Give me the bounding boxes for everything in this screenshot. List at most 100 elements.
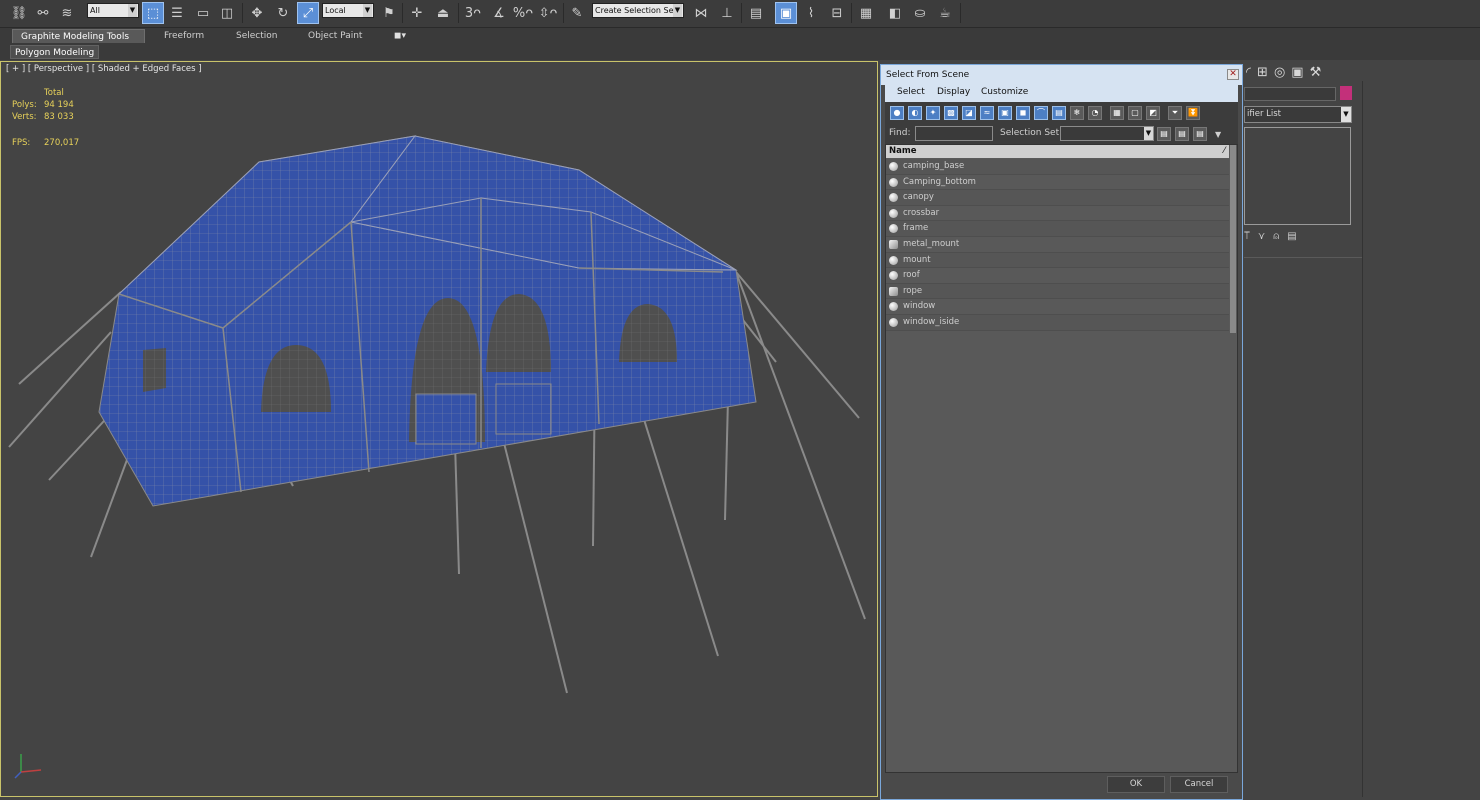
display-hidden-icon[interactable]: ◔ xyxy=(1088,106,1102,120)
list-item[interactable]: frame xyxy=(886,221,1229,237)
tent-model[interactable] xyxy=(1,62,877,796)
list-item[interactable]: roof xyxy=(886,268,1229,284)
select-object-icon[interactable]: ⬚ xyxy=(142,2,164,24)
object-list[interactable]: Name ⁄ camping_base Camping_bottom canop… xyxy=(885,144,1238,773)
angle-snap-icon[interactable]: ∡ xyxy=(488,2,510,24)
select-none-icon[interactable]: ▢ xyxy=(1128,106,1142,120)
tab-selection[interactable]: Selection xyxy=(228,29,285,43)
menu-display[interactable]: Display xyxy=(937,87,970,97)
graphite-toggle-icon[interactable]: ▣ xyxy=(775,2,797,24)
tab-graphite-modeling-tools[interactable]: Graphite Modeling Tools xyxy=(12,29,145,43)
display-groups-icon[interactable]: ▣ xyxy=(998,106,1012,120)
snaps-toggle-icon[interactable]: 3ᴖ xyxy=(462,2,484,24)
close-button[interactable]: ✕ xyxy=(1227,69,1239,80)
object-rows: camping_base Camping_bottom canopy cross… xyxy=(886,159,1229,359)
display-xrefs-icon[interactable]: ◼ xyxy=(1016,106,1030,120)
display-space-warps-icon[interactable]: ≈ xyxy=(980,106,994,120)
named-selection-set-dropdown[interactable]: Create Selection Se ▼ xyxy=(592,3,684,18)
list-item[interactable]: window xyxy=(886,299,1229,315)
modify-tab-icon[interactable]: ◜ xyxy=(1246,65,1257,80)
select-invert-icon[interactable]: ◩ xyxy=(1146,106,1160,120)
ribbon-options-icon[interactable]: ◼▾ xyxy=(386,29,414,43)
layer-manager-icon[interactable]: ▤ xyxy=(745,2,767,24)
tab-object-paint[interactable]: Object Paint xyxy=(300,29,370,43)
ok-button[interactable]: OK xyxy=(1107,776,1165,793)
list-item[interactable]: canopy xyxy=(886,190,1229,206)
rendered-frame-icon[interactable]: ⛀ xyxy=(909,2,931,24)
list-item[interactable]: camping_base xyxy=(886,159,1229,175)
cancel-button[interactable]: Cancel xyxy=(1170,776,1228,793)
unlink-icon[interactable]: ⚯ xyxy=(32,2,54,24)
display-frozen-icon[interactable]: ❄ xyxy=(1070,106,1084,120)
pivot-point-icon[interactable]: ⚑ xyxy=(378,2,400,24)
modifier-stack[interactable] xyxy=(1244,127,1351,225)
display-helpers-icon[interactable]: ◪ xyxy=(962,106,976,120)
render-setup-icon[interactable]: ◧ xyxy=(884,2,906,24)
object-name-field[interactable] xyxy=(1244,87,1336,101)
menu-select[interactable]: Select xyxy=(897,87,925,97)
filter-options-icon[interactable]: ⏬ xyxy=(1186,106,1200,120)
menu-customize[interactable]: Customize xyxy=(981,87,1028,97)
render-icon[interactable]: ☕ xyxy=(934,2,956,24)
scale-icon[interactable]: ⤢ xyxy=(297,2,319,24)
edit-named-selection-icon[interactable]: ✎ xyxy=(566,2,588,24)
pin-stack-icon[interactable]: ⟙ xyxy=(1244,231,1258,242)
list-item[interactable]: mount xyxy=(886,252,1229,269)
display-geometry-icon[interactable]: ● xyxy=(890,106,904,120)
keyboard-shortcut-icon[interactable]: ⏏ xyxy=(432,2,454,24)
curve-editor-icon[interactable]: ⌇ xyxy=(800,2,822,24)
list-item[interactable]: rope xyxy=(886,283,1229,300)
selection-set-dropdown[interactable]: ▼ xyxy=(1060,126,1154,141)
add-to-selection-set-icon[interactable]: ▤ xyxy=(1175,127,1189,141)
list-item[interactable]: metal_mount xyxy=(886,237,1229,253)
select-by-name-icon[interactable]: ☰ xyxy=(166,2,188,24)
list-item[interactable]: crossbar xyxy=(886,206,1229,222)
filter-icon[interactable]: ⏷ xyxy=(1168,106,1182,120)
hierarchy-tab-icon[interactable]: ⊞ xyxy=(1257,65,1274,80)
bind-space-warp-icon[interactable]: ≋ xyxy=(56,2,78,24)
configure-sets-icon[interactable]: ▤ xyxy=(1287,231,1304,242)
rectangular-selection-icon[interactable]: ▭ xyxy=(192,2,214,24)
selection-filter-dropdown[interactable]: All ▼ xyxy=(87,3,139,18)
tab-polygon-modeling[interactable]: Polygon Modeling xyxy=(10,45,100,59)
tab-freeform[interactable]: Freeform xyxy=(156,29,212,43)
object-name: mount xyxy=(903,254,931,265)
display-cameras-icon[interactable]: ▩ xyxy=(944,106,958,120)
motion-tab-icon[interactable]: ◎ xyxy=(1274,65,1291,80)
mirror-icon[interactable]: ⋈ xyxy=(690,2,712,24)
select-all-icon[interactable]: ▦ xyxy=(1110,106,1124,120)
object-color-swatch[interactable] xyxy=(1340,86,1352,100)
show-end-result-icon[interactable]: ⋎ xyxy=(1258,231,1273,242)
link-icon[interactable]: ⛓ xyxy=(8,2,30,24)
dialog-title-bar[interactable]: Select From Scene xyxy=(881,65,1242,85)
select-manipulate-icon[interactable]: ✛ xyxy=(406,2,428,24)
list-item[interactable]: window_iside xyxy=(886,315,1229,331)
display-shapes-icon[interactable]: ◐ xyxy=(908,106,922,120)
options-chevron-icon[interactable]: ▼ xyxy=(1215,130,1221,139)
align-icon[interactable]: ⊥ xyxy=(716,2,738,24)
display-bones-icon[interactable]: ⌒ xyxy=(1034,106,1048,120)
reference-coordinate-dropdown[interactable]: Local ▼ xyxy=(322,3,374,18)
object-name: rope xyxy=(903,285,923,296)
display-tab-icon[interactable]: ▣ xyxy=(1291,65,1309,80)
create-selection-set-icon[interactable]: ▤ xyxy=(1157,127,1171,141)
make-unique-icon[interactable]: ⍝ xyxy=(1273,231,1287,242)
list-scrollbar[interactable] xyxy=(1230,145,1236,333)
list-item[interactable]: Camping_bottom xyxy=(886,175,1229,191)
display-lights-icon[interactable]: ✦ xyxy=(926,106,940,120)
display-containers-icon[interactable]: ▤ xyxy=(1052,106,1066,120)
rotate-icon[interactable]: ↻ xyxy=(272,2,294,24)
window-crossing-icon[interactable]: ◫ xyxy=(216,2,238,24)
find-input[interactable] xyxy=(915,126,993,141)
name-column-header[interactable]: Name ⁄ xyxy=(886,145,1229,158)
percent-snap-icon[interactable]: %ᴖ xyxy=(512,2,534,24)
move-icon[interactable]: ✥ xyxy=(246,2,268,24)
perspective-viewport[interactable]: [ + ] [ Perspective ] [ Shaded + Edged F… xyxy=(0,61,878,797)
modifier-list-dropdown[interactable]: ifier List ▼ xyxy=(1244,106,1352,123)
utilities-tab-icon[interactable]: ⚒ xyxy=(1310,65,1328,80)
object-name: window xyxy=(903,301,936,312)
remove-from-selection-set-icon[interactable]: ▤ xyxy=(1193,127,1207,141)
material-editor-icon[interactable]: ▦ xyxy=(855,2,877,24)
schematic-view-icon[interactable]: ⊟ xyxy=(826,2,848,24)
spinner-snap-icon[interactable]: ⇳ᴖ xyxy=(537,2,559,24)
